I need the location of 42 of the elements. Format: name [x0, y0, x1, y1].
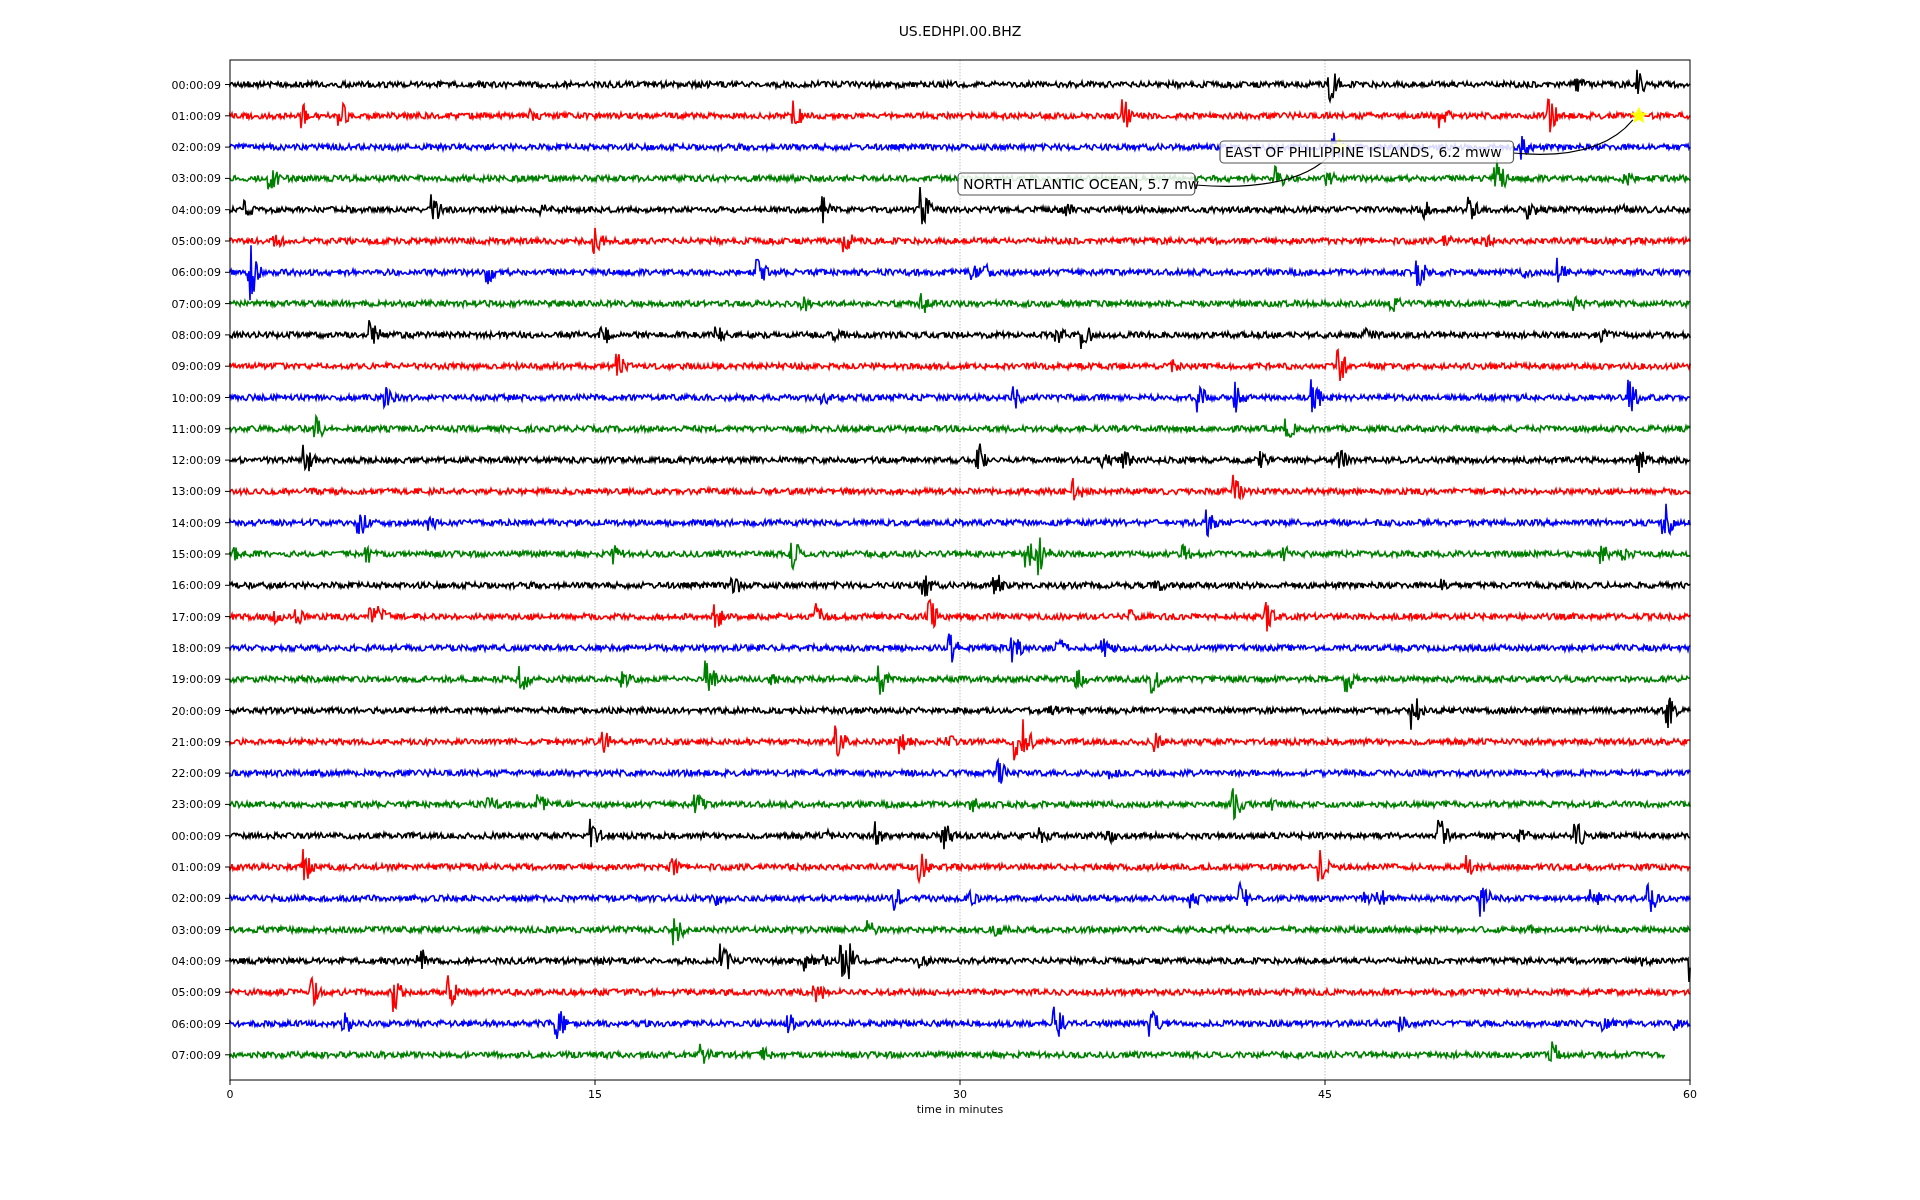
row-time-label: 10:00:09	[171, 391, 221, 405]
x-tick-label: 60	[1683, 1088, 1697, 1101]
row-time-label: 20:00:09	[171, 704, 221, 718]
event-label: EAST OF PHILIPPINE ISLANDS, 6.2 mww	[1219, 140, 1515, 164]
x-tick-label: 15	[588, 1088, 602, 1101]
row-time-label: 01:00:09	[171, 109, 221, 123]
row-time-label: 03:00:09	[171, 923, 221, 937]
row-time-label: 00:00:09	[171, 829, 221, 843]
row-time-label: 18:00:09	[171, 641, 221, 655]
x-tick-label: 30	[953, 1088, 967, 1101]
row-time-label: 14:00:09	[171, 516, 221, 530]
event-label: NORTH ATLANTIC OCEAN, 5.7 mw	[957, 172, 1200, 196]
star-icon	[1630, 106, 1648, 124]
row-time-label: 01:00:09	[171, 861, 221, 874]
row-time-label: 05:00:09	[171, 986, 221, 1000]
x-axis-label: time in minutes	[916, 1103, 1004, 1116]
row-time-label: 07:00:09	[171, 1048, 221, 1062]
row-time-label: 15:00:09	[171, 548, 221, 561]
row-time-label: 21:00:09	[171, 735, 221, 749]
row-time-label: 16:00:09	[171, 579, 221, 593]
row-time-label: 04:00:09	[171, 203, 221, 217]
row-time-label: 07:00:09	[171, 297, 221, 311]
row-time-label: 04:00:09	[171, 954, 221, 968]
x-tick-label: 0	[226, 1088, 234, 1101]
row-time-label: 06:00:09	[171, 1017, 221, 1031]
row-time-label: 02:00:09	[171, 141, 221, 155]
row-time-label: 08:00:09	[171, 328, 221, 342]
row-time-label: 12:00:09	[171, 454, 221, 468]
row-time-label: 23:00:09	[171, 798, 221, 812]
row-time-label: 02:00:09	[171, 892, 221, 906]
row-time-label: 09:00:09	[171, 360, 221, 374]
row-time-label: 00:00:09	[171, 78, 221, 92]
row-time-label: 05:00:09	[171, 235, 221, 248]
chart-title: US.EDHPI.00.BHZ	[898, 22, 1022, 40]
row-time-label: 22:00:09	[171, 767, 221, 781]
row-time-label: 13:00:09	[171, 485, 221, 499]
row-time-label: 03:00:09	[171, 172, 221, 186]
row-time-label: 06:00:09	[171, 266, 221, 280]
row-time-label: 11:00:09	[171, 422, 221, 436]
row-time-label: 19:00:09	[171, 673, 221, 687]
row-time-label: 17:00:09	[171, 610, 221, 624]
x-tick-label: 45	[1318, 1088, 1332, 1101]
